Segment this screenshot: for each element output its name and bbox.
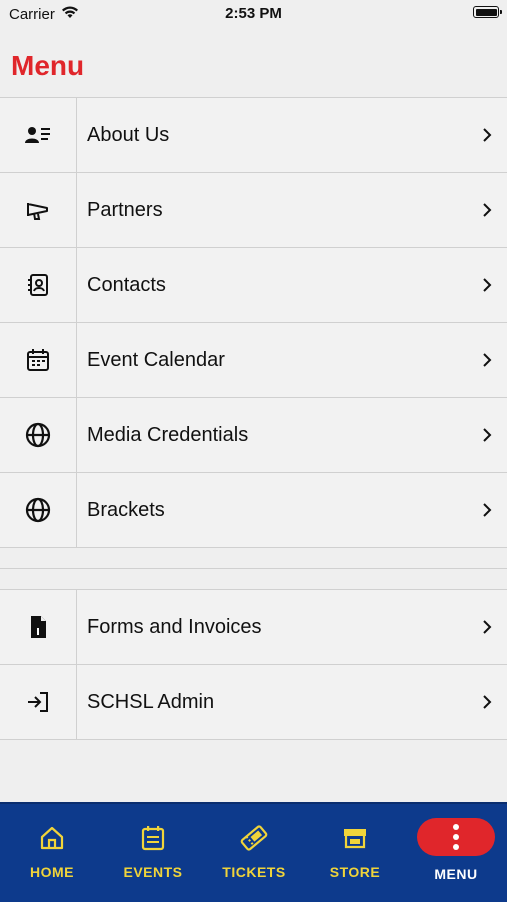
tab-label: HOME xyxy=(30,864,74,880)
page-title: Menu xyxy=(11,50,85,81)
address-book-icon xyxy=(0,248,77,322)
home-icon xyxy=(39,822,65,854)
menu-item-label: Contacts xyxy=(87,273,166,296)
chevron-right-icon xyxy=(467,203,507,217)
menu-item-forms-and-invoices[interactable]: Forms and Invoices xyxy=(0,590,507,665)
status-time: 2:53 PM xyxy=(225,5,282,22)
tab-store[interactable]: STORE xyxy=(310,804,400,902)
menu-list: About Us Partners Contacts Event Calenda… xyxy=(0,97,507,740)
tab-label: STORE xyxy=(329,864,381,880)
tab-label: EVENTS xyxy=(123,864,183,880)
chevron-right-icon xyxy=(467,128,507,142)
tab-menu[interactable]: MENU xyxy=(412,804,500,902)
section-spacer xyxy=(0,548,507,569)
status-bar: Carrier 2:53 PM xyxy=(0,0,507,28)
more-icon xyxy=(417,818,495,856)
globe-icon xyxy=(0,473,77,547)
section-spacer xyxy=(0,569,507,590)
tab-home[interactable]: HOME xyxy=(7,804,97,902)
menu-item-about-us[interactable]: About Us xyxy=(0,98,507,173)
tab-bar: HOME EVENTS TICKETS STORE MENU xyxy=(0,802,507,902)
menu-item-label: Partners xyxy=(87,198,163,221)
menu-item-label: Brackets xyxy=(87,498,165,521)
battery-icon xyxy=(473,6,502,18)
menu-item-label: Event Calendar xyxy=(87,348,225,371)
menu-item-event-calendar[interactable]: Event Calendar xyxy=(0,323,507,398)
menu-item-label: About Us xyxy=(87,123,170,146)
tab-label: MENU xyxy=(434,866,478,882)
contact-card-icon xyxy=(0,98,77,172)
menu-item-brackets[interactable]: Brackets xyxy=(0,473,507,548)
chevron-right-icon xyxy=(467,695,507,709)
menu-item-label: SCHSL Admin xyxy=(87,690,215,713)
file-icon xyxy=(0,590,77,664)
store-icon xyxy=(342,822,368,854)
calendar-icon xyxy=(0,323,77,397)
chevron-right-icon xyxy=(467,353,507,367)
menu-item-partners[interactable]: Partners xyxy=(0,173,507,248)
tab-events[interactable]: EVENTS xyxy=(108,804,198,902)
events-icon xyxy=(141,822,165,854)
sign-in-icon xyxy=(0,665,77,739)
menu-item-label: Media Credentials xyxy=(87,423,249,446)
megaphone-icon xyxy=(0,173,77,247)
ticket-icon xyxy=(239,822,269,854)
chevron-right-icon xyxy=(467,278,507,292)
globe-icon xyxy=(0,398,77,472)
chevron-right-icon xyxy=(467,620,507,634)
tab-tickets[interactable]: TICKETS xyxy=(209,804,299,902)
tab-label: TICKETS xyxy=(222,864,286,880)
menu-item-contacts[interactable]: Contacts xyxy=(0,248,507,323)
chevron-right-icon xyxy=(467,503,507,517)
menu-item-media-credentials[interactable]: Media Credentials xyxy=(0,398,507,473)
menu-item-label: Forms and Invoices xyxy=(87,615,262,638)
chevron-right-icon xyxy=(467,428,507,442)
menu-item-schsl-admin[interactable]: SCHSL Admin xyxy=(0,665,507,740)
